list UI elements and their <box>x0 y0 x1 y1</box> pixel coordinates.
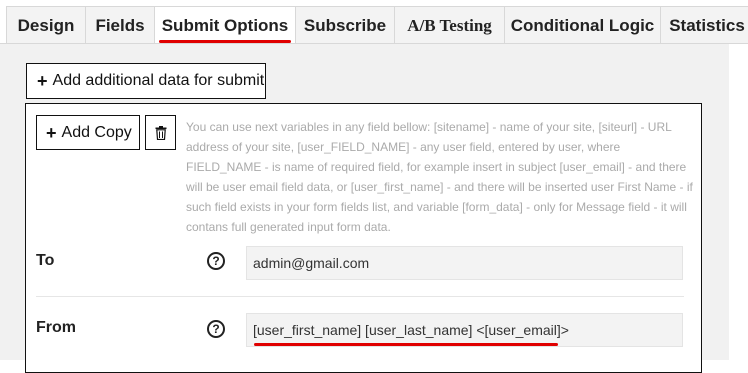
add-copy-label: Add Copy <box>61 123 132 141</box>
tab-conditional-logic-label: Conditional Logic <box>510 15 655 35</box>
tab-ab-testing[interactable]: A/B Testing <box>394 6 505 44</box>
delete-copy-button[interactable] <box>145 115 176 150</box>
tab-conditional-logic[interactable]: Conditional Logic <box>504 6 661 44</box>
tab-fields-label: Fields <box>95 15 145 35</box>
add-copy-button[interactable]: + Add Copy <box>36 115 140 150</box>
add-additional-data-button[interactable]: + Add additional data for submit <box>26 63 266 99</box>
question-circle-icon[interactable]: ? <box>207 252 225 270</box>
tab-subscribe[interactable]: Subscribe <box>295 6 395 44</box>
tab-statistics-label: Statistics <box>669 15 745 35</box>
tab-statistics[interactable]: Statistics <box>660 6 748 44</box>
plus-icon: + <box>37 71 48 91</box>
plus-icon: + <box>46 122 57 143</box>
tab-subscribe-label: Subscribe <box>303 15 387 35</box>
tab-design[interactable]: Design <box>6 6 86 44</box>
add-additional-data-label: Add additional data for submit <box>52 72 265 89</box>
question-circle-icon[interactable]: ? <box>207 320 225 338</box>
tab-submit-options[interactable]: Submit Options <box>154 6 296 44</box>
from-field-highlight <box>254 343 558 346</box>
variables-help-text: You can use next variables in any field … <box>186 120 693 234</box>
from-field[interactable]: [user_first_name] [user_last_name] <[use… <box>246 313 683 347</box>
tab-bar: Design Fields Submit Options Subscribe A… <box>0 0 748 44</box>
to-field[interactable]: admin@gmail.com <box>246 246 683 280</box>
from-label: From <box>36 319 76 336</box>
tab-design-label: Design <box>17 15 75 35</box>
side-panel <box>729 44 748 360</box>
to-label: To <box>36 252 55 269</box>
tab-submit-options-label: Submit Options <box>161 15 289 35</box>
tab-ab-testing-label: A/B Testing <box>407 15 492 35</box>
row-divider <box>36 296 684 297</box>
trash-icon <box>155 125 166 140</box>
tab-fields[interactable]: Fields <box>85 6 155 44</box>
